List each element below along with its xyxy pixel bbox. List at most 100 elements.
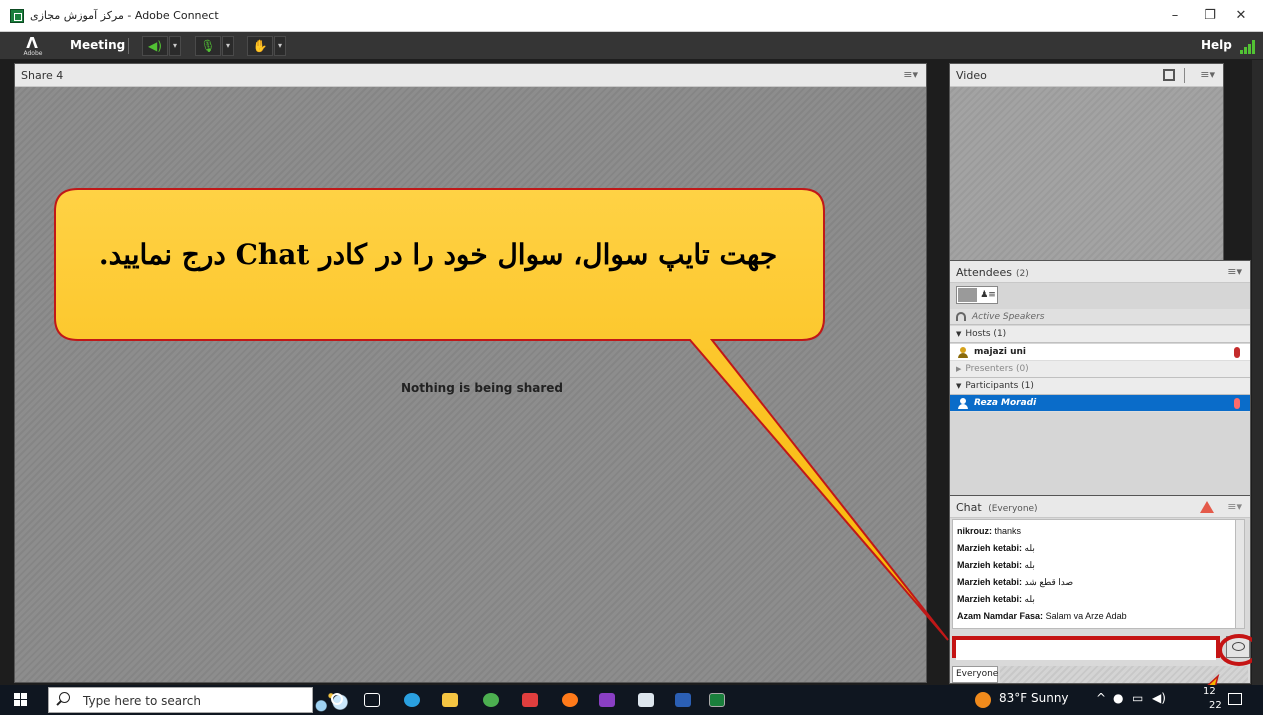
- callout-text: جهت تایپ سوال، سوال خود را در کادر Chat …: [98, 238, 778, 271]
- tray-mic-icon[interactable]: ●: [1113, 691, 1123, 705]
- chat-scrollbar[interactable]: [1235, 519, 1245, 629]
- speaker-dropdown-icon[interactable]: ▾: [169, 36, 181, 56]
- attendees-pod: Attendees (2) ≡▾ ♟≡ Active Speakers ▼ Host…: [949, 260, 1251, 496]
- chat-sender: Azam Namdar Fasa:: [957, 611, 1044, 621]
- video-area: [950, 87, 1223, 260]
- clock-time[interactable]: 12: [1203, 686, 1216, 697]
- microphone-icon: [1234, 347, 1240, 358]
- chat-scope: (Everyone): [988, 504, 1038, 514]
- status-dropdown-icon[interactable]: ▾: [274, 36, 286, 56]
- status-view-icon[interactable]: ♟≡: [979, 288, 997, 302]
- attendee-row-selected[interactable]: Reza Moradi: [950, 395, 1250, 412]
- attendees-header: Attendees (2) ≡▾: [950, 261, 1250, 283]
- group-label: Hosts (1): [965, 329, 1007, 339]
- pod-options-icon[interactable]: ≡▾: [1227, 265, 1242, 278]
- meeting-menu[interactable]: Meeting: [70, 38, 125, 52]
- pod-options-icon[interactable]: ≡▾: [1227, 500, 1242, 513]
- chat-input[interactable]: [956, 645, 1216, 660]
- attendee-name: majazi uni: [974, 347, 1026, 357]
- attendee-row[interactable]: majazi uni: [950, 344, 1250, 361]
- winrar-icon[interactable]: [599, 693, 615, 707]
- fullscreen-icon[interactable]: [1163, 69, 1175, 81]
- network-icon[interactable]: ▭: [1132, 691, 1143, 705]
- chat-sender: Marzieh ketabi:: [957, 543, 1023, 553]
- microphone-dropdown-icon[interactable]: ▾: [222, 36, 234, 56]
- attendees-title-label: Attendees: [956, 266, 1012, 279]
- clock-date[interactable]: 22: [1209, 700, 1222, 711]
- header-divider: [1184, 68, 1185, 83]
- connection-signal-icon: [1240, 40, 1256, 54]
- chrome-icon[interactable]: [483, 693, 499, 707]
- close-button[interactable]: ✕: [1219, 0, 1263, 32]
- chat-recipient-tab[interactable]: Everyone: [952, 666, 998, 683]
- window-title: مرکز آموزش مجازی - Adobe Connect: [30, 9, 219, 22]
- group-participants[interactable]: ▼ Participants (1): [950, 378, 1250, 395]
- share-pod-header: Share 4 ≡▾: [15, 64, 926, 87]
- expand-right-icon: ▶: [956, 365, 962, 373]
- app-toolbar: Λ Adobe Meeting ◀) ▾ 🎙 ▾ ✋ ▾ Help: [0, 32, 1263, 60]
- video-pod: Video ≡▾: [949, 63, 1224, 261]
- search-placeholder: Type here to search: [83, 694, 201, 708]
- chat-text: thanks: [994, 526, 1022, 536]
- file-explorer-icon[interactable]: [442, 693, 458, 707]
- title-bar: مرکز آموزش مجازی - Adobe Connect – ❐ ✕: [0, 0, 1263, 32]
- weather-text[interactable]: 83°F Sunny: [999, 691, 1069, 705]
- chat-title-label: Chat: [956, 501, 982, 514]
- chat-pod: Chat (Everyone) ≡▾ nikrouz: thanks Marzi…: [949, 495, 1251, 684]
- attendee-name: Reza Moradi: [974, 398, 1037, 408]
- photos-icon[interactable]: [638, 693, 654, 707]
- group-label: Presenters (0): [965, 364, 1029, 374]
- pod-options-icon[interactable]: ≡▾: [903, 68, 918, 81]
- attendee-view-toggle[interactable]: ♟≡: [956, 286, 998, 304]
- chat-message: Marzieh ketabi: بله: [957, 540, 1231, 557]
- group-presenters[interactable]: ▶ Presenters (0): [950, 361, 1250, 378]
- chat-message: Marzieh ketabi: بله: [957, 557, 1231, 574]
- share-content-area: Nothing is being shared: [15, 87, 926, 682]
- speaker-icon[interactable]: ◀): [142, 36, 168, 56]
- taskbar-search[interactable]: Type here to search: [48, 687, 359, 713]
- attendees-count: (2): [1015, 269, 1029, 279]
- windows-start-icon[interactable]: [14, 693, 28, 707]
- notification-icon[interactable]: [1228, 693, 1242, 705]
- adobe-connect-taskbar-icon[interactable]: [709, 693, 725, 707]
- chat-footer: [1000, 666, 1248, 683]
- chat-text: صدا قطع شد: [1024, 577, 1074, 587]
- right-edge: [1252, 60, 1263, 685]
- chat-text: بله: [1024, 594, 1035, 604]
- tray-chevron-icon[interactable]: ^: [1096, 691, 1106, 705]
- group-label: Participants (1): [965, 381, 1034, 391]
- chat-sender: Marzieh ketabi:: [957, 594, 1023, 604]
- word-icon[interactable]: [675, 693, 691, 707]
- raise-hand-icon[interactable]: ✋: [247, 36, 273, 56]
- chat-input-highlight: [952, 636, 1220, 660]
- task-view-icon[interactable]: [364, 693, 380, 707]
- microphone-muted-icon[interactable]: 🎙: [195, 36, 221, 56]
- chat-message: Azam Namdar Fasa: Salam va Arze Adab: [957, 608, 1231, 625]
- search-icon: [59, 692, 70, 703]
- chat-message-list: nikrouz: thanks Marzieh ketabi: بله Marz…: [952, 519, 1236, 629]
- expand-down-icon: ▼: [956, 382, 962, 390]
- toolbar-divider: [128, 38, 129, 54]
- chat-text: بله: [1024, 543, 1035, 553]
- cortana-icon[interactable]: [331, 693, 343, 705]
- list-view-icon[interactable]: [958, 288, 977, 302]
- chat-text: بله: [1024, 560, 1035, 570]
- chat-text: Salam va Arze Adab: [1045, 611, 1127, 621]
- active-speakers-label: Active Speakers: [972, 312, 1045, 322]
- group-hosts[interactable]: ▼ Hosts (1): [950, 326, 1250, 343]
- volume-icon[interactable]: ◀): [1152, 691, 1166, 705]
- pod-options-icon[interactable]: ≡▾: [1200, 68, 1215, 81]
- participant-user-icon: [957, 398, 969, 409]
- warning-icon[interactable]: [1200, 501, 1214, 513]
- help-menu[interactable]: Help: [1201, 38, 1232, 52]
- share-pod: Share 4 ≡▾ Nothing is being shared: [14, 63, 927, 683]
- microphone-icon: [1234, 398, 1240, 409]
- share-status-text: Nothing is being shared: [401, 381, 564, 395]
- edge-icon[interactable]: [404, 693, 420, 707]
- firefox-icon[interactable]: [562, 693, 578, 707]
- chat-message: Marzieh ketabi: بله: [957, 591, 1231, 608]
- active-speakers-bar: Active Speakers: [950, 309, 1250, 325]
- chat-sender: Marzieh ketabi:: [957, 577, 1023, 587]
- app-red-icon[interactable]: [522, 693, 538, 707]
- video-pod-title: Video: [956, 69, 987, 82]
